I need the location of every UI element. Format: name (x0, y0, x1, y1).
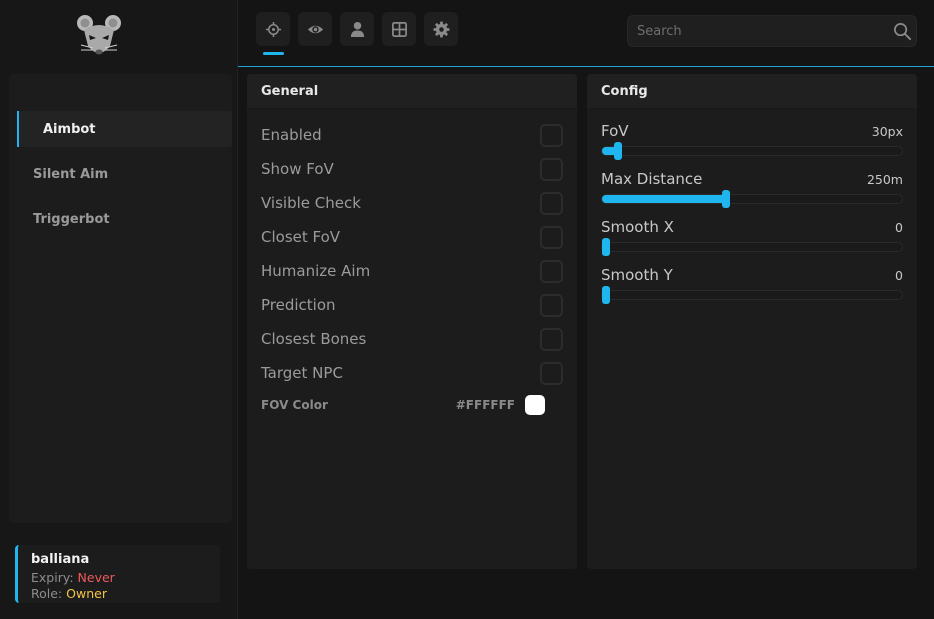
panel-title: Config (587, 74, 917, 109)
check-target-npc[interactable]: Target NPC (261, 360, 563, 386)
slider-label: Max Distance (601, 170, 703, 188)
checkbox[interactable] (540, 293, 563, 317)
active-tab-indicator (263, 52, 284, 55)
search-input[interactable] (637, 16, 887, 46)
checkbox[interactable] (540, 191, 563, 215)
gear-icon (432, 20, 450, 38)
fov-color-swatch[interactable] (525, 395, 545, 415)
slider-track[interactable] (601, 142, 903, 160)
tab-players[interactable] (340, 12, 374, 46)
sidebar-item-aimbot[interactable]: Aimbot (17, 111, 232, 147)
checkbox[interactable] (540, 327, 563, 351)
check-enabled[interactable]: Enabled (261, 122, 563, 148)
slider-value: 0 (895, 220, 903, 235)
sidebar-item-silent-aim[interactable]: Silent Aim (17, 156, 232, 192)
check-label: Humanize Aim (261, 262, 371, 280)
tab-misc[interactable] (382, 12, 416, 46)
sidebar-panel: Aimbot Silent Aim Triggerbot (9, 74, 232, 523)
slider-fill (602, 195, 726, 203)
slider-max-distance: Max Distance 250m (601, 170, 903, 210)
expiry-value: Never (77, 570, 115, 585)
slider-thumb[interactable] (614, 142, 622, 160)
sidebar-item-triggerbot[interactable]: Triggerbot (17, 201, 232, 237)
tab-visuals[interactable] (298, 12, 332, 46)
user-icon (350, 21, 364, 37)
slider-smooth-x: Smooth X 0 (601, 218, 903, 258)
search-box (627, 15, 917, 47)
checkbox[interactable] (540, 157, 563, 181)
expiry-label: Expiry: (31, 570, 74, 585)
slider-track[interactable] (601, 286, 903, 304)
check-prediction[interactable]: Prediction (261, 292, 563, 318)
tab-settings[interactable] (424, 12, 458, 46)
slider-value: 250m (866, 172, 903, 187)
slider-smooth-y: Smooth Y 0 (601, 266, 903, 306)
checkbox[interactable] (540, 361, 563, 385)
check-label: Target NPC (261, 364, 343, 382)
check-label: Closet FoV (261, 228, 341, 246)
sidebar: Aimbot Silent Aim Triggerbot balliana Ex… (0, 0, 238, 619)
checkbox[interactable] (540, 259, 563, 283)
role-label: Role: (31, 586, 63, 601)
check-visible-check[interactable]: Visible Check (261, 190, 563, 216)
check-closet-fov[interactable]: Closet FoV (261, 224, 563, 250)
search-icon[interactable] (893, 22, 912, 41)
check-label: Visible Check (261, 194, 361, 212)
checkbox[interactable] (540, 123, 563, 147)
check-label: Show FoV (261, 160, 334, 178)
sidebar-item-label: Triggerbot (33, 211, 110, 227)
fov-color-hex: #FFFFFF (455, 398, 515, 412)
check-label: Prediction (261, 296, 336, 314)
slider-label: Smooth Y (601, 266, 673, 284)
slider-label: FoV (601, 122, 629, 140)
user-expiry: Expiry: Never (31, 570, 220, 586)
top-bar (238, 0, 934, 67)
slider-track[interactable] (601, 238, 903, 256)
slider-value: 0 (895, 268, 903, 283)
check-humanize-aim[interactable]: Humanize Aim (261, 258, 563, 284)
crosshair-icon (265, 21, 281, 37)
slider-track[interactable] (601, 190, 903, 208)
fov-color-row: FOV Color #FFFFFF (261, 394, 545, 416)
check-label: Closest Bones (261, 330, 367, 348)
mouse-icon (77, 15, 121, 55)
check-show-fov[interactable]: Show FoV (261, 156, 563, 182)
grid-icon (391, 21, 407, 37)
slider-thumb[interactable] (722, 190, 730, 208)
role-value: Owner (66, 586, 107, 601)
eye-icon (307, 25, 323, 33)
check-label: Enabled (261, 126, 322, 144)
fov-color-label: FOV Color (261, 398, 328, 412)
slider-fov: FoV 30px (601, 122, 903, 162)
general-panel: General Enabled Show FoV Visible Check C… (247, 74, 577, 569)
sidebar-item-label: Aimbot (43, 121, 96, 137)
slider-value: 30px (871, 124, 903, 139)
slider-thumb[interactable] (602, 286, 610, 304)
panel-title: General (247, 74, 577, 109)
user-name: balliana (31, 552, 90, 567)
config-panel: Config FoV 30px Max Distance 250m Smooth… (587, 74, 917, 569)
user-role: Role: Owner (31, 586, 220, 602)
user-card: balliana Expiry: Never Role: Owner (15, 545, 220, 603)
tab-aimbot[interactable] (256, 12, 290, 46)
sidebar-item-label: Silent Aim (33, 166, 109, 182)
slider-thumb[interactable] (602, 238, 610, 256)
checkbox[interactable] (540, 225, 563, 249)
slider-label: Smooth X (601, 218, 674, 236)
check-closest-bones[interactable]: Closest Bones (261, 326, 563, 352)
